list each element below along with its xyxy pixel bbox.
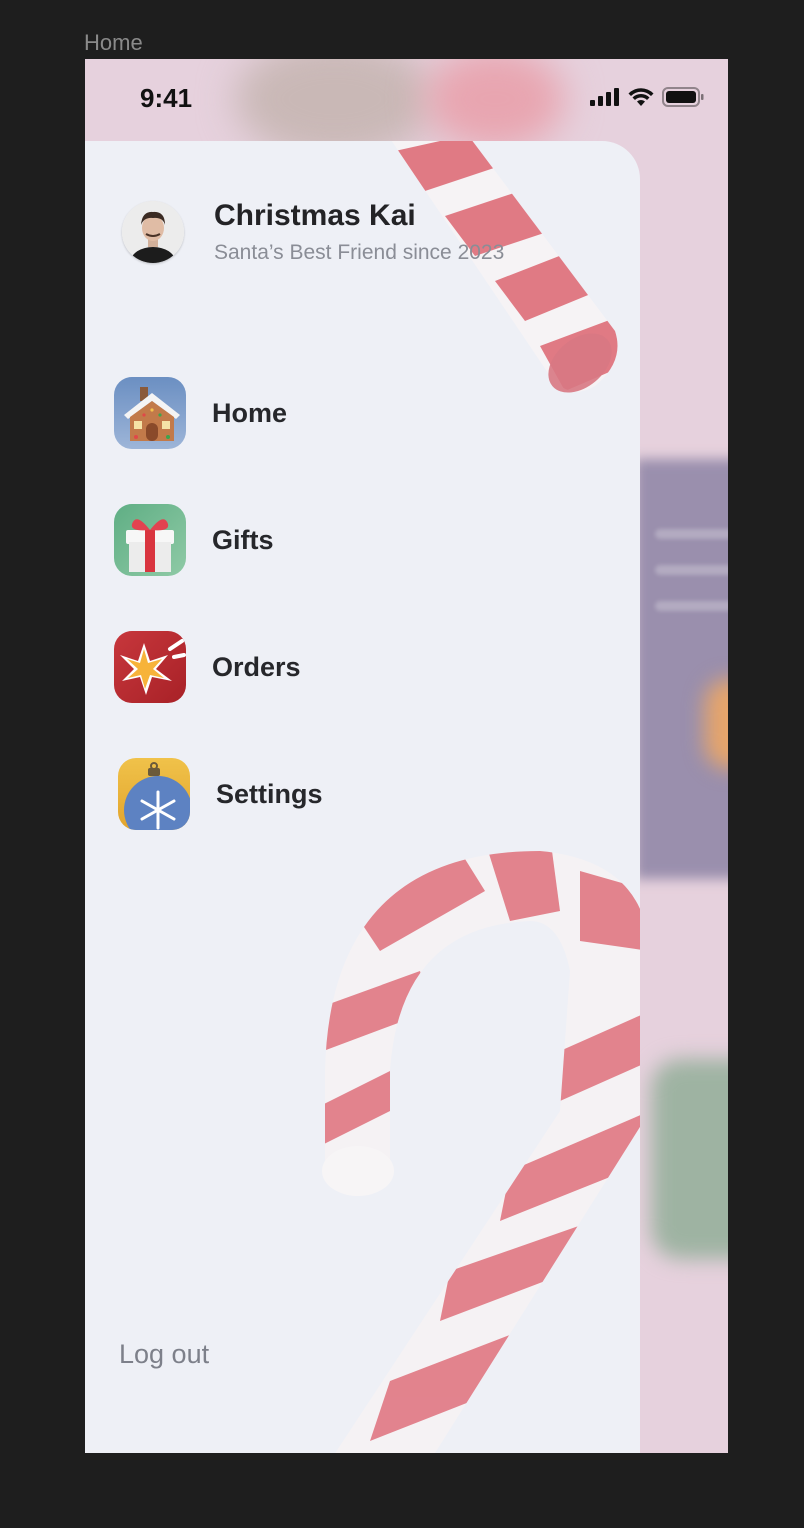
profile-name: Christmas Kai xyxy=(214,199,416,232)
status-time: 9:41 xyxy=(140,83,193,113)
menu-item-label: Gifts xyxy=(212,524,274,555)
candy-cane-decoration xyxy=(385,141,618,393)
menu-item-label: Orders xyxy=(212,651,301,682)
background-card xyxy=(635,459,728,879)
avatar[interactable] xyxy=(122,201,184,263)
profile-subtitle: Santa’s Best Friend since 2023 xyxy=(214,241,505,264)
status-bar: 9:41 xyxy=(85,59,728,139)
menu-item-gifts[interactable]: Gifts xyxy=(114,504,323,576)
background-accent xyxy=(705,679,728,769)
phone-screen: 9:41 Christmas Kai Santa’s Best Friend s… xyxy=(85,59,728,1453)
logout-button[interactable]: Log out xyxy=(119,1339,209,1370)
menu-item-home[interactable]: Home xyxy=(114,377,323,449)
gingerbread-house-icon xyxy=(114,377,186,449)
side-drawer: Christmas Kai Santa’s Best Friend since … xyxy=(85,141,640,1453)
candy-cane-decoration xyxy=(322,851,640,1453)
profile-header[interactable]: Christmas Kai Santa’s Best Friend since … xyxy=(122,199,504,265)
menu-item-settings[interactable]: Settings xyxy=(118,758,323,830)
ornament-icon xyxy=(118,758,190,830)
background-text-lines xyxy=(655,529,728,637)
cellular-signal-icon xyxy=(590,88,619,106)
menu-item-orders[interactable]: Orders xyxy=(114,631,323,703)
gift-box-icon xyxy=(114,504,186,576)
status-icons xyxy=(590,87,704,107)
background-card xyxy=(651,1059,728,1259)
frame-label: Home xyxy=(84,30,143,55)
wifi-icon xyxy=(628,87,654,106)
menu-item-label: Home xyxy=(212,397,288,428)
menu-item-label: Settings xyxy=(216,778,323,809)
star-burst-icon xyxy=(114,631,186,703)
avatar-photo xyxy=(122,201,184,263)
battery-icon xyxy=(662,87,704,107)
drawer-menu: Home Gifts Orders Settings xyxy=(114,377,323,885)
